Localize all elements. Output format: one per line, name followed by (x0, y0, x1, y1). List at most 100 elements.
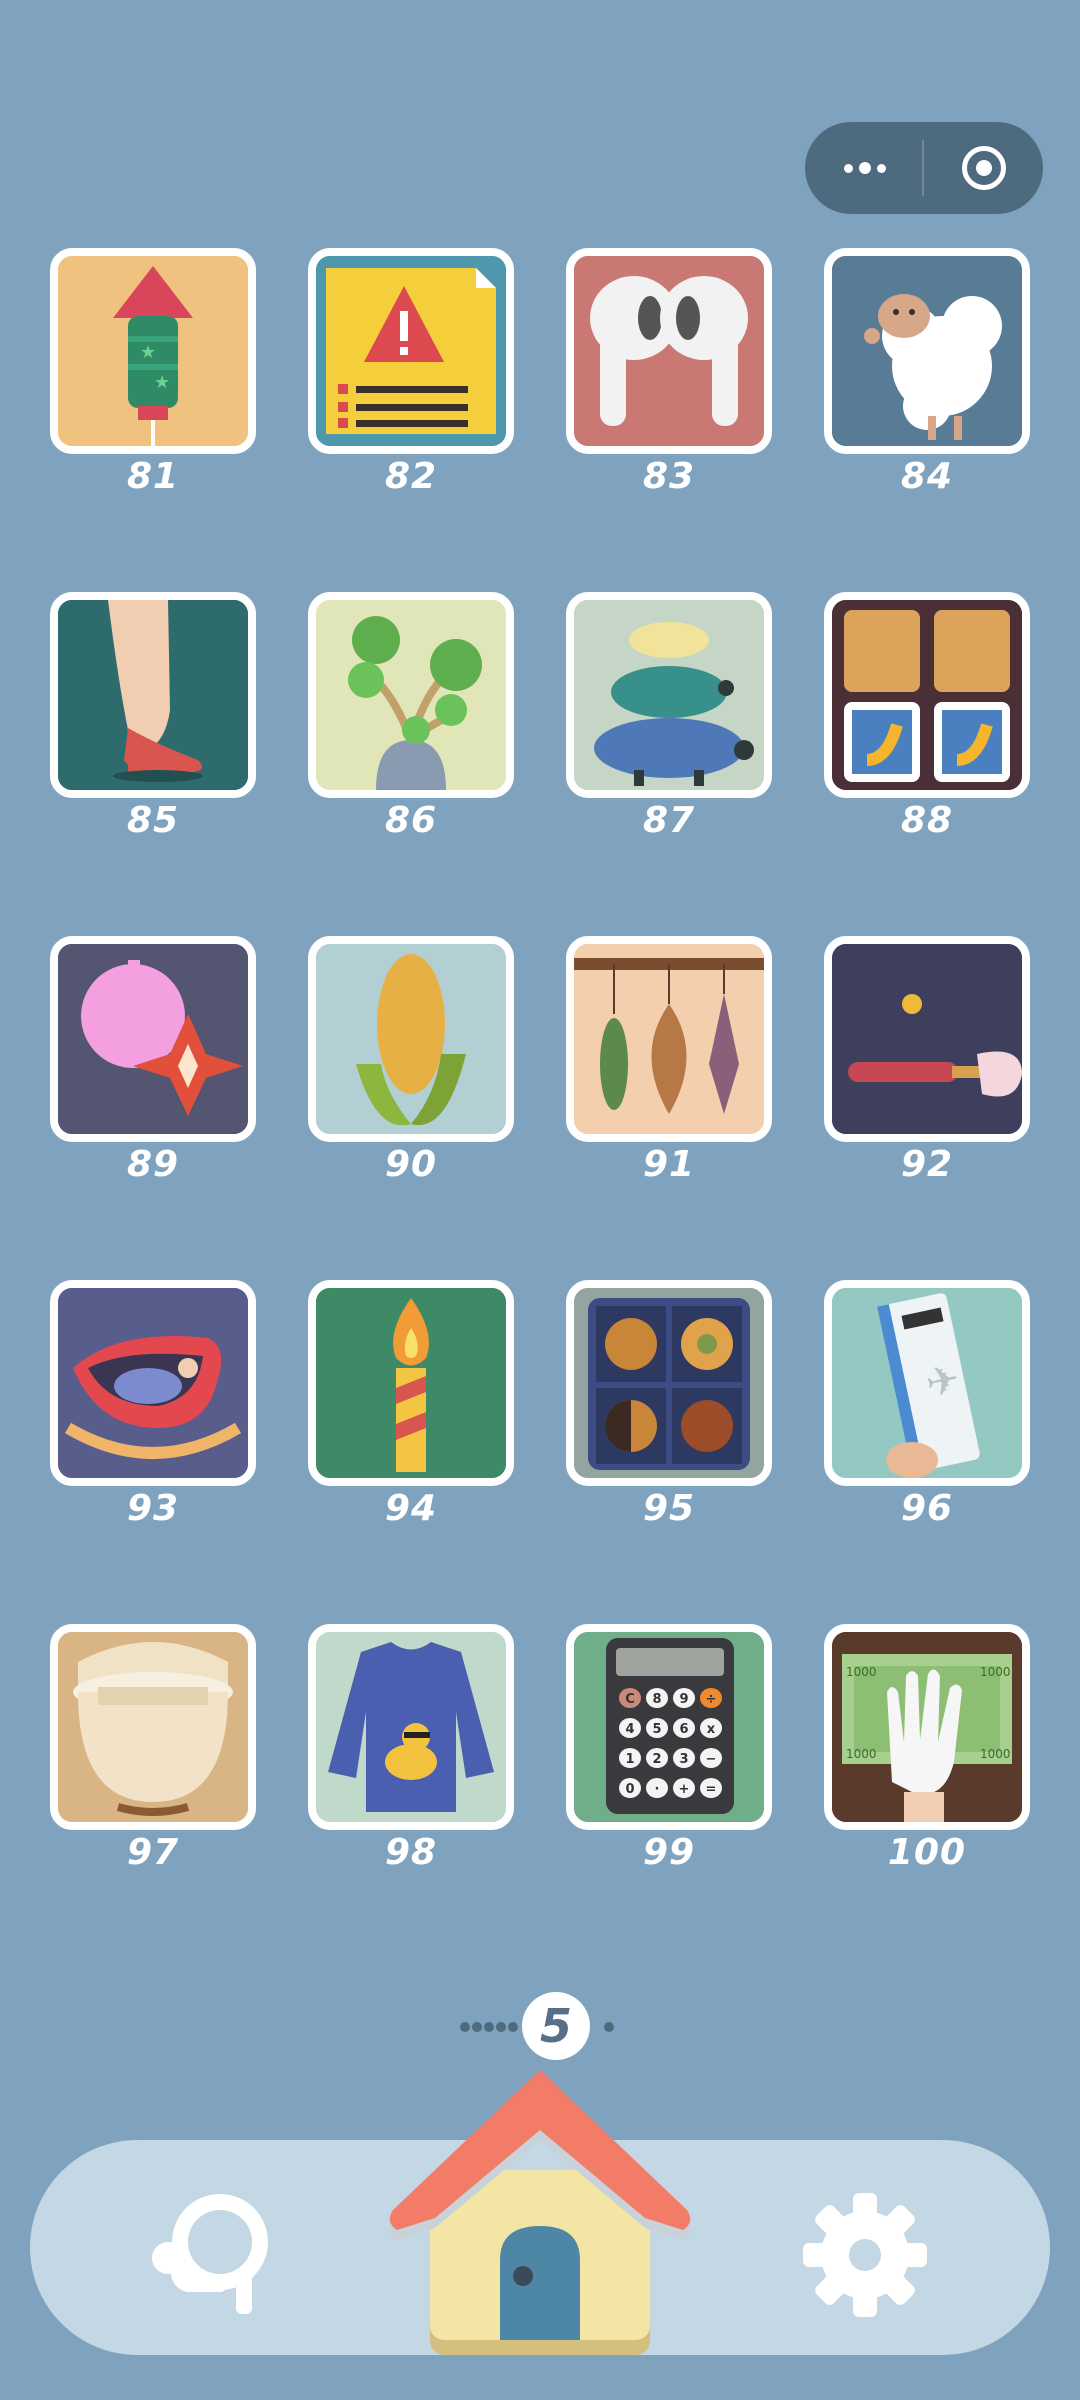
banknote-value: 1000 (980, 1747, 1011, 1761)
level-tile-83[interactable] (566, 248, 772, 454)
level-number: 82 (384, 456, 438, 497)
balloon-and-star-icon (58, 944, 248, 1134)
level-tile-89[interactable] (50, 936, 256, 1142)
level-tile-100[interactable]: 1000 1000 1000 1000 (824, 1624, 1030, 1830)
level-tile-95[interactable] (566, 1280, 772, 1486)
corn-icon (316, 944, 506, 1134)
calculator-key-label: 5 (652, 1722, 661, 1737)
level-number: 90 (384, 1144, 438, 1185)
level-number: 83 (642, 456, 696, 497)
page-dot (484, 2022, 494, 2032)
settings-button[interactable] (800, 2190, 930, 2320)
level-tile-81[interactable]: ★ ★ (50, 248, 256, 454)
level-tile-90[interactable] (308, 936, 514, 1142)
banana-cards-icon (832, 600, 1022, 790)
page-dot (508, 2022, 518, 2032)
banknote-value: 1000 (846, 1665, 877, 1679)
banknote-value: 1000 (846, 1747, 877, 1761)
page-dot (460, 2022, 470, 2032)
level-tile-93[interactable] (50, 1280, 256, 1486)
hanging-leaves-icon (574, 944, 764, 1134)
more-button[interactable] (815, 128, 915, 208)
level-number: 88 (900, 800, 954, 841)
calculator-key-label: 2 (652, 1752, 661, 1767)
level-number: 89 (126, 1144, 180, 1185)
level-tile-82[interactable] (308, 248, 514, 454)
level-number: 81 (126, 456, 180, 497)
calculator-key-label: 0 (625, 1782, 634, 1797)
level-number: 86 (384, 800, 438, 841)
level-number: 100 (887, 1832, 967, 1873)
rice-pot-icon (58, 1632, 248, 1822)
red-high-heel-icon (58, 600, 248, 790)
target-circle-icon (961, 146, 1006, 190)
calculator-key-label: 1 (625, 1752, 634, 1767)
level-tile-87[interactable] (566, 592, 772, 798)
level-tile-97[interactable] (50, 1624, 256, 1830)
level-tile-85[interactable] (50, 592, 256, 798)
page-indicator: 5 (460, 1992, 620, 2062)
calculator-key-label: x (707, 1722, 716, 1737)
firework-rocket-icon: ★ ★ (58, 256, 248, 446)
page-dot (604, 2022, 614, 2032)
level-number: 85 (126, 800, 180, 841)
calculator-key-label: + (679, 1782, 690, 1797)
level-number: 84 (900, 456, 954, 497)
calculator-key-label: C (625, 1692, 635, 1707)
current-page-badge: 5 (522, 1992, 590, 2060)
home-icon (389, 2070, 691, 2355)
calculator-key-label: 3 (679, 1752, 688, 1767)
level-number: 96 (900, 1488, 954, 1529)
mini-program-capsule (805, 122, 1043, 214)
calculator-key-label: − (706, 1752, 717, 1767)
level-number: 99 (642, 1832, 696, 1873)
duck-sweater-icon (316, 1632, 506, 1822)
calculator-key-label: 9 (679, 1692, 688, 1707)
svg-text:★: ★ (140, 342, 156, 363)
level-number: 98 (384, 1832, 438, 1873)
svg-text:★: ★ (154, 372, 170, 393)
level-tile-96[interactable]: ✈ (824, 1280, 1030, 1486)
calculator-icon: C 8 9 ÷ 4 5 6 x 1 2 3 − 0 · + = (574, 1632, 764, 1822)
page-dot (496, 2022, 506, 2032)
banknotes-glove-icon: 1000 1000 1000 1000 (832, 1632, 1022, 1822)
level-number: 97 (126, 1832, 180, 1873)
ping-pong-paddle-icon (832, 944, 1022, 1134)
calculator-key-label: 6 (679, 1722, 688, 1737)
level-tile-99[interactable]: C 8 9 ÷ 4 5 6 x 1 2 3 − 0 · + = (566, 1624, 772, 1830)
succulent-plant-icon (316, 600, 506, 790)
search-button[interactable] (140, 2180, 280, 2320)
capsule-divider (922, 140, 924, 196)
more-dots-icon (843, 162, 886, 174)
sheep-icon (832, 256, 1022, 446)
boarding-pass-icon: ✈ (832, 1288, 1022, 1478)
cookie-box-icon (574, 1288, 764, 1478)
calculator-key-label: = (706, 1782, 717, 1797)
level-tile-91[interactable] (566, 936, 772, 1142)
level-tile-94[interactable] (308, 1280, 514, 1486)
level-tile-92[interactable] (824, 936, 1030, 1142)
calculator-key-label: 8 (652, 1692, 661, 1707)
level-number: 94 (384, 1488, 438, 1529)
page-dot (472, 2022, 482, 2032)
earbuds-icon (574, 256, 764, 446)
baby-cradle-icon (58, 1288, 248, 1478)
calculator-key-label: · (655, 1782, 660, 1797)
level-tile-86[interactable] (308, 592, 514, 798)
level-number: 87 (642, 800, 696, 841)
home-button[interactable] (385, 2060, 695, 2360)
calculator-key-label: ÷ (706, 1692, 717, 1707)
level-tile-84[interactable] (824, 248, 1030, 454)
banknote-value: 1000 (980, 1665, 1011, 1679)
level-number: 93 (126, 1488, 180, 1529)
warning-document-icon (316, 256, 506, 446)
gear-icon (803, 2193, 927, 2317)
stacked-turtles-icon (574, 600, 764, 790)
level-number: 92 (900, 1144, 954, 1185)
level-tile-98[interactable] (308, 1624, 514, 1830)
calculator-key-label: 4 (625, 1722, 634, 1737)
candle-icon (316, 1288, 506, 1478)
level-number: 95 (642, 1488, 696, 1529)
close-button[interactable] (934, 128, 1034, 208)
level-tile-88[interactable] (824, 592, 1030, 798)
